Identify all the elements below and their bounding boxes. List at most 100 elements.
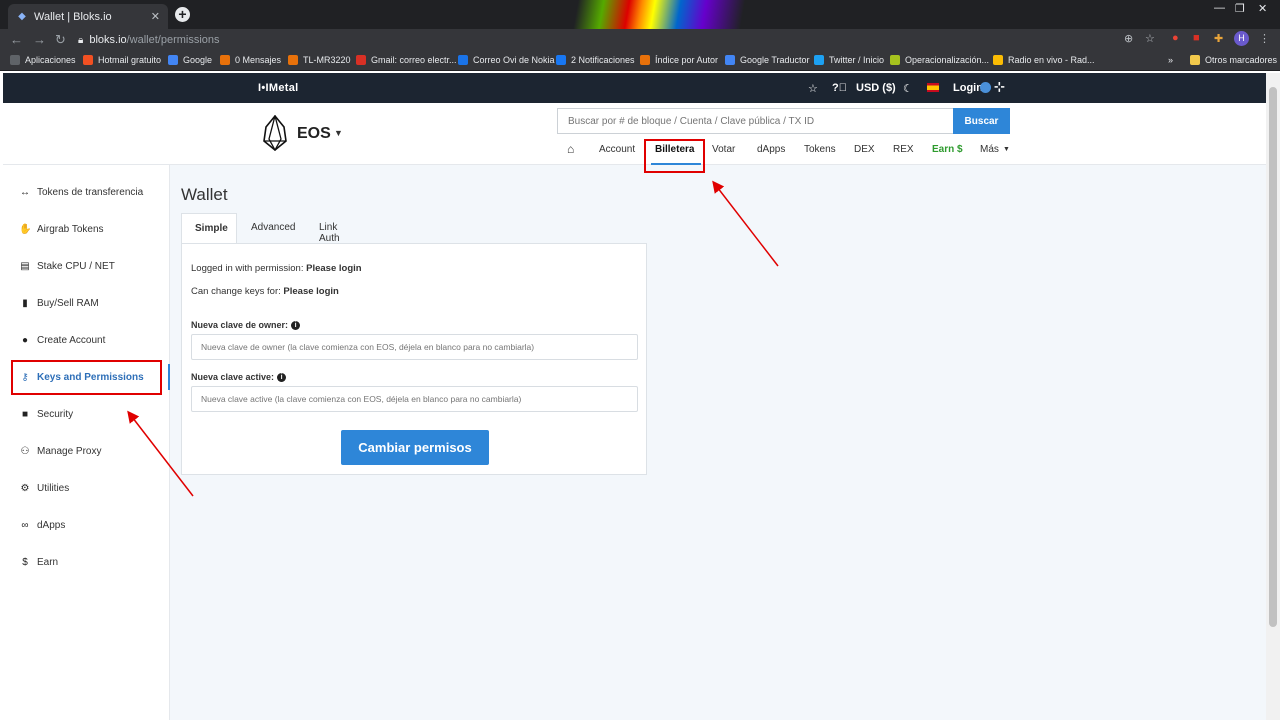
tab-link-auth[interactable]: Link Auth <box>306 213 353 244</box>
reload-icon[interactable]: ↻ <box>55 32 66 48</box>
bookmark-item[interactable]: Twitter / Inicio <box>814 55 884 65</box>
bookmark-label: Google <box>183 55 213 65</box>
tab-close-icon[interactable]: ✕ <box>151 10 160 23</box>
sidebar-item-manage-proxy[interactable]: ⚇ Manage Proxy <box>3 438 170 464</box>
favorites-star-icon[interactable]: ☆ <box>808 82 818 95</box>
bookmarks-overflow-icon[interactable]: » <box>1168 55 1173 65</box>
bloks-page: I•IMetal ☆ ?⃝ USD ($) ☾ Login ⊹ EOS ▼ Bu… <box>3 73 1266 720</box>
scrollbar-thumb[interactable] <box>1269 87 1277 627</box>
nav-dex[interactable]: DEX <box>854 144 875 155</box>
bookmark-favicon-icon <box>168 55 178 65</box>
extension-red-icon[interactable]: ● <box>1172 32 1179 44</box>
sidebar-item-security[interactable]: ■ Security <box>3 401 170 427</box>
sidebar-item-stake-cpu-net[interactable]: ▤ Stake CPU / NET <box>3 253 170 279</box>
sidebar-item-buy-sell-ram[interactable]: ▮ Buy/Sell RAM <box>3 290 170 316</box>
new-tab-button[interactable]: + <box>175 7 190 22</box>
bookmark-item[interactable]: 0 Mensajes <box>220 55 281 65</box>
bookmark-label: Aplicaciones <box>25 55 76 65</box>
nav-votar[interactable]: Votar <box>712 144 735 155</box>
tab-advanced[interactable]: Advanced <box>238 213 308 244</box>
bookmark-item[interactable]: Hotmail gratuito <box>83 55 161 65</box>
add-icon[interactable]: ⊕ <box>1124 32 1133 45</box>
back-icon[interactable]: ← <box>10 32 23 47</box>
browser-tab-strip: ◆ Wallet | Bloks.io ✕ + — ❐ ✕ <box>0 0 1280 29</box>
eos-logo-icon <box>263 115 287 151</box>
bookmark-item[interactable]: TL-MR3220 <box>288 55 351 65</box>
tab-simple[interactable]: Simple <box>181 213 237 244</box>
sidebar-item-earn[interactable]: $ Earn <box>3 549 170 575</box>
help-icon[interactable]: ?⃝ <box>832 82 847 94</box>
window-close-icon[interactable]: ✕ <box>1258 2 1267 15</box>
sidebar-item-label: dApps <box>37 519 66 531</box>
dark-mode-moon-icon[interactable]: ☾ <box>903 82 913 95</box>
metal-brand-logo[interactable]: I•IMetal <box>258 82 298 94</box>
spanish-flag-icon[interactable] <box>927 83 939 92</box>
menu-kebab-icon[interactable]: ⋮ <box>1259 32 1270 45</box>
anchor-wallet-icon[interactable]: ⊹ <box>994 79 1005 95</box>
other-bookmarks-label: Otros marcadores <box>1205 55 1278 65</box>
stake-icon: ▤ <box>20 260 30 272</box>
chain-caret-icon[interactable]: ▼ <box>334 128 343 138</box>
minimize-icon[interactable]: — <box>1214 2 1225 14</box>
search-input[interactable] <box>557 108 953 134</box>
bloks-favicon-icon: ◆ <box>18 11 26 22</box>
nav-mas[interactable]: Más <box>980 144 999 155</box>
profile-avatar[interactable]: H <box>1234 31 1249 46</box>
owner-key-input[interactable] <box>191 334 638 360</box>
home-icon[interactable]: ⌂ <box>567 142 574 156</box>
lock-icon: 🔒︎ <box>78 34 84 46</box>
nav-account[interactable]: Account <box>599 144 635 155</box>
active-key-input[interactable] <box>191 386 638 412</box>
bookmark-label: Hotmail gratuito <box>98 55 162 65</box>
bookmark-item[interactable]: Gmail: correo electr... <box>356 55 457 65</box>
hand-icon: ✋ <box>19 223 32 235</box>
sidebar-item-label: Create Account <box>37 334 106 346</box>
sidebar-item-label: Tokens de transferencia <box>37 186 144 198</box>
sidebar-item-dapps[interactable]: ∞ dApps <box>3 512 170 538</box>
bookmark-favicon-icon <box>220 55 230 65</box>
bookmark-label: Índice por Autor <box>655 55 719 65</box>
bookmark-item[interactable]: Índice por Autor <box>640 55 718 65</box>
nav-dapps[interactable]: dApps <box>757 144 785 155</box>
forward-icon[interactable]: → <box>33 32 46 47</box>
tab-title: Wallet | Bloks.io <box>34 10 112 23</box>
sidebar-item-label: Airgrab Tokens <box>37 223 104 235</box>
login-link[interactable]: Login <box>953 82 983 94</box>
chain-selector-label[interactable]: EOS <box>297 125 331 143</box>
bookmark-favicon-icon <box>814 55 824 65</box>
owner-info-icon[interactable]: i <box>291 321 301 331</box>
sidebar-item-transfer-tokens[interactable]: ↔ Tokens de transferencia <box>3 179 170 205</box>
other-bookmarks[interactable]: Otros marcadores <box>1190 55 1277 65</box>
page-scrollbar[interactable] <box>1266 73 1280 720</box>
bookmark-item[interactable]: Google <box>168 55 212 65</box>
bookmark-star-icon[interactable]: ☆ <box>1145 32 1155 45</box>
bookmark-item[interactable]: Aplicaciones <box>10 55 76 65</box>
active-info-icon[interactable]: i <box>277 373 287 383</box>
browser-tab[interactable]: ◆ Wallet | Bloks.io ✕ <box>8 4 168 29</box>
mas-caret-icon[interactable]: ▼ <box>1003 146 1010 153</box>
sidebar-item-label: Security <box>37 408 74 420</box>
bookmark-item[interactable]: 2 Notificaciones <box>556 55 635 65</box>
search-button[interactable]: Buscar <box>953 108 1010 134</box>
sidebar-item-utilities[interactable]: ⚙ Utilities <box>3 475 170 501</box>
sidebar-item-label: Utilities <box>37 482 70 494</box>
extension-g-icon[interactable]: ■ <box>1193 32 1200 44</box>
top-bar: I•IMetal ☆ ?⃝ USD ($) ☾ Login ⊹ <box>3 73 1266 103</box>
bookmark-favicon-icon <box>993 55 1003 65</box>
nav-tokens[interactable]: Tokens <box>804 144 836 155</box>
currency-selector[interactable]: USD ($) <box>856 82 896 94</box>
bookmark-item[interactable]: Google Traductor <box>725 55 810 65</box>
sidebar-item-create-account[interactable]: ● Create Account <box>3 327 170 353</box>
url-field[interactable]: 🔒︎ bloks.io /wallet/permissions <box>78 32 1143 48</box>
bookmark-item[interactable]: Operacionalización... <box>890 55 989 65</box>
bookmark-item[interactable]: Correo Ovi de Nokia <box>458 55 555 65</box>
bookmark-favicon-icon <box>640 55 650 65</box>
bookmark-item[interactable]: Radio en vivo - Rad... <box>993 55 1095 65</box>
nav-earn[interactable]: Earn $ <box>932 144 963 155</box>
maximize-icon[interactable]: ❐ <box>1235 2 1245 15</box>
change-permissions-button[interactable]: Cambiar permisos <box>341 430 489 465</box>
sidebar-item-airgrab-tokens[interactable]: ✋ Airgrab Tokens <box>3 216 170 242</box>
url-host: bloks.io <box>89 34 127 46</box>
nav-rex[interactable]: REX <box>893 144 914 155</box>
extensions-puzzle-icon[interactable]: ✚ <box>1214 32 1223 45</box>
